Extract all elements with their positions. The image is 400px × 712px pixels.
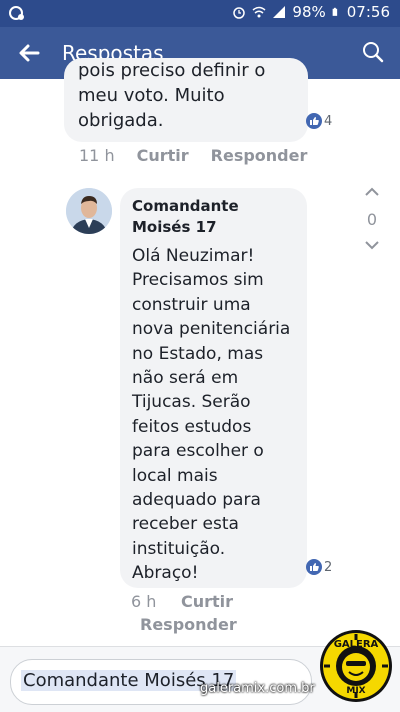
reply-link[interactable]: Responder: [140, 615, 237, 634]
vote-count: 0: [366, 210, 378, 229]
logo-text-top: GALERA: [334, 639, 379, 650]
clock: 07:56: [346, 3, 390, 21]
notification-icon: [9, 6, 24, 20]
back-arrow-icon[interactable]: [16, 40, 42, 66]
search-icon[interactable]: [362, 41, 384, 63]
comment-time: 11 h: [79, 146, 115, 165]
reaction-number: 2: [324, 559, 333, 575]
reaction-number: 4: [324, 113, 333, 129]
chevron-up-icon[interactable]: [360, 182, 384, 202]
vote-control: 0: [360, 182, 384, 255]
profile-photo: [66, 188, 112, 234]
avatar[interactable]: [66, 188, 112, 234]
reaction-count[interactable]: 2: [306, 559, 332, 575]
like-link[interactable]: Curtir: [181, 592, 233, 611]
watermark-text: galeramix.com.br: [200, 681, 315, 696]
comment-bubble[interactable]: pois preciso definir o meu voto. Muito o…: [64, 58, 308, 142]
status-bar: 98% 07:56: [0, 0, 400, 27]
battery-percent: 98%: [292, 3, 326, 21]
wifi-icon: [252, 6, 266, 18]
galeramix-logo: GALERA MIX: [320, 630, 392, 702]
comment-bubble[interactable]: Comandante Moisés 17 Olá Neuzimar! Preci…: [120, 188, 307, 588]
logo-text-bottom: MIX: [346, 686, 365, 696]
like-link[interactable]: Curtir: [137, 146, 189, 165]
battery-icon: [332, 7, 337, 16]
reaction-count[interactable]: 4: [306, 113, 332, 129]
chevron-down-icon[interactable]: [360, 235, 384, 255]
reply-link[interactable]: Responder: [211, 146, 308, 165]
like-reaction-icon: [306, 113, 322, 129]
signal-icon: [273, 6, 286, 18]
comment-author[interactable]: Comandante Moisés 17: [132, 196, 302, 238]
comment-text: pois preciso definir o meu voto. Muito o…: [78, 60, 266, 131]
alarm-icon: [233, 7, 246, 19]
like-reaction-icon: [306, 559, 322, 575]
comment-text: Olá Neuzimar! Precisamos sim construir u…: [132, 246, 291, 584]
comment-time: 6 h: [131, 592, 157, 611]
comment-meta: 11 h Curtir Responder: [79, 146, 307, 165]
